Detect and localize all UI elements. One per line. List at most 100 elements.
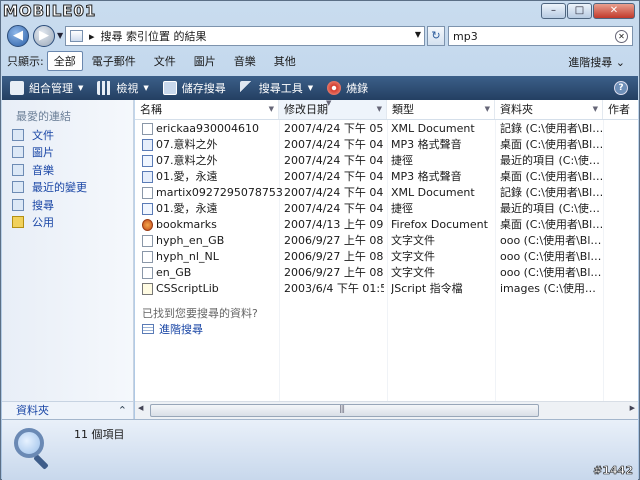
file-folder: ooo (C:\使用者\Black) bbox=[500, 250, 604, 263]
file-row[interactable]: bookmarks 2007/4/13 上午 09:56 Firefox Docum… bbox=[135, 217, 638, 233]
address-dropdown-icon[interactable]: ▼ bbox=[415, 30, 421, 39]
chevron-up-icon: ⌃ bbox=[117, 404, 127, 417]
file-type: MP3 格式聲音 bbox=[391, 170, 462, 183]
file-date: 2007/4/24 下午 04:44 bbox=[284, 202, 384, 215]
link-public[interactable]: 公用 bbox=[12, 214, 87, 232]
ff-file-icon bbox=[142, 219, 153, 231]
scroll-left-icon[interactable]: ◀ bbox=[138, 404, 143, 412]
mp3-file-icon bbox=[142, 171, 153, 183]
link-label: 音樂 bbox=[32, 163, 54, 177]
refresh-button[interactable]: ↻ bbox=[427, 26, 445, 46]
minimize-button[interactable]: – bbox=[541, 3, 566, 19]
recent-pages-dropdown[interactable]: ▼ bbox=[57, 31, 63, 40]
link-documents[interactable]: 文件 bbox=[12, 126, 87, 144]
column-folder[interactable]: 資料夾 ▼ bbox=[495, 100, 603, 119]
views-label: 檢視 bbox=[116, 82, 139, 95]
help-icon[interactable]: ? bbox=[614, 81, 628, 95]
pictures-icon bbox=[12, 146, 24, 159]
file-type: 文字文件 bbox=[391, 234, 435, 247]
file-name-cell: 01.愛，永遠 bbox=[142, 169, 282, 185]
dropdown-arrow-icon: ▼ bbox=[268, 105, 274, 113]
column-type[interactable]: 類型 ▼ bbox=[387, 100, 495, 119]
file-name-cell: bookmarks bbox=[142, 217, 282, 233]
link-recently-changed[interactable]: 最近的變更 bbox=[12, 179, 87, 197]
views-icon bbox=[97, 81, 112, 95]
column-name[interactable]: 名稱 ▼ bbox=[135, 100, 279, 119]
file-folder: 記錄 (C:\使用者\Black... bbox=[500, 186, 604, 199]
music-icon bbox=[12, 163, 24, 176]
scrollbar-thumb[interactable] bbox=[150, 404, 539, 417]
file-name: hyph_nl_NL bbox=[156, 250, 219, 263]
file-row[interactable]: 01.愛，永遠 2007/4/24 下午 04:44 捷徑 最近的項目 (C:\使用.… bbox=[135, 201, 638, 217]
file-row[interactable]: CSScriptLib 2003/6/4 下午 01:54 JScript 指令檔 i… bbox=[135, 281, 638, 297]
search-input[interactable]: mp3 bbox=[453, 30, 478, 43]
filter-email[interactable]: 電子郵件 bbox=[83, 51, 145, 71]
search-folder-icon bbox=[70, 30, 83, 42]
dropdown-arrow-icon: ▼ bbox=[143, 84, 149, 92]
close-button[interactable]: ✕ bbox=[593, 3, 635, 19]
search-tools-button[interactable]: 搜尋工具 ▼ bbox=[239, 80, 313, 96]
file-type: MP3 格式聲音 bbox=[391, 138, 462, 151]
file-name-cell: hyph_nl_NL bbox=[142, 249, 282, 265]
searches-icon bbox=[12, 198, 24, 211]
file-rows: erickaa930004610 2007/4/24 下午 05:01 XML Do… bbox=[135, 121, 638, 297]
link-searches[interactable]: 搜尋 bbox=[12, 196, 87, 214]
filter-pictures[interactable]: 圖片 bbox=[185, 51, 225, 71]
dropdown-arrow-icon: ▼ bbox=[376, 105, 382, 113]
filter-documents[interactable]: 文件 bbox=[145, 51, 185, 71]
doc-file-icon bbox=[142, 235, 153, 247]
search-box[interactable]: mp3 ✕ bbox=[448, 26, 633, 46]
file-row[interactable]: martix092729507875382007/4/24 下午 04:44 XM… bbox=[135, 185, 638, 201]
forward-button[interactable]: ▶ bbox=[33, 25, 55, 47]
file-row[interactable]: 01.愛，永遠 2007/4/24 下午 04:45 MP3 格式聲音 桌面 (C:\… bbox=[135, 169, 638, 185]
maximize-button[interactable]: □ bbox=[567, 3, 592, 19]
file-date: 2007/4/24 下午 04:46 bbox=[284, 154, 384, 167]
file-name-cell: martix09272950787538 bbox=[142, 185, 282, 201]
search-tools-icon bbox=[239, 81, 254, 95]
recent-changes-icon bbox=[12, 181, 24, 194]
scroll-right-icon[interactable]: ▶ bbox=[630, 404, 635, 412]
file-name: 01.愛，永遠 bbox=[156, 170, 218, 183]
views-button[interactable]: 檢視 ▼ bbox=[97, 80, 149, 96]
file-name-cell: en_GB bbox=[142, 265, 282, 281]
save-search-icon bbox=[162, 81, 177, 95]
breadcrumb-item[interactable]: 搜尋 索引位置 的結果 bbox=[101, 28, 207, 44]
file-row[interactable]: erickaa930004610 2007/4/24 下午 05:01 XML Do… bbox=[135, 121, 638, 137]
back-button[interactable]: ◀ bbox=[7, 25, 29, 47]
filter-all[interactable]: 全部 bbox=[46, 51, 83, 71]
file-type: 文字文件 bbox=[391, 250, 435, 263]
link-music[interactable]: 音樂 bbox=[12, 161, 87, 179]
file-type: XML Document bbox=[391, 186, 475, 199]
file-name: 07.意料之外 bbox=[156, 138, 218, 151]
link-pictures[interactable]: 圖片 bbox=[12, 144, 87, 162]
organize-icon bbox=[10, 81, 24, 95]
item-count: 11 個項目 bbox=[74, 428, 125, 441]
column-date-modified[interactable]: ▼ 修改日期 ▼ bbox=[279, 99, 387, 119]
file-name-cell: 01.愛，永遠 bbox=[142, 201, 282, 217]
column-author[interactable]: 作者 bbox=[603, 100, 640, 119]
magnifier-icon bbox=[10, 424, 54, 470]
filter-music[interactable]: 音樂 bbox=[225, 51, 265, 71]
file-date: 2006/9/27 上午 08:48 bbox=[284, 250, 384, 263]
file-folder: 最近的項目 (C:\使用... bbox=[500, 202, 604, 215]
filter-other[interactable]: 其他 bbox=[265, 51, 305, 71]
link-label: 搜尋 bbox=[32, 198, 54, 212]
file-row[interactable]: 07.意料之外 2007/4/24 下午 04:48 MP3 格式聲音 桌面 (C:\… bbox=[135, 137, 638, 153]
save-search-button[interactable]: 儲存搜尋 bbox=[162, 80, 226, 96]
advanced-search-link[interactable]: 進階搜尋 bbox=[142, 321, 203, 337]
clear-search-icon[interactable]: ✕ bbox=[615, 30, 628, 43]
file-row[interactable]: en_GB 2006/9/27 上午 08:48 文字文件 ooo (C:\使用者\B… bbox=[135, 265, 638, 281]
advanced-search-toggle[interactable]: 進階搜尋 ⌄ bbox=[568, 54, 625, 70]
organize-button[interactable]: 組合管理 ▼ bbox=[10, 80, 83, 96]
horizontal-scrollbar[interactable]: ◀ ▶ bbox=[135, 401, 638, 419]
burn-button[interactable]: 燒錄 bbox=[327, 80, 368, 96]
file-date: 2006/9/27 上午 08:48 bbox=[284, 266, 384, 279]
file-row[interactable]: hyph_nl_NL 2006/9/27 上午 08:48 文字文件 ooo (C:\… bbox=[135, 249, 638, 265]
file-folder: ooo (C:\使用者\Black) bbox=[500, 266, 604, 279]
address-bar[interactable]: ▸ 搜尋 索引位置 的結果 ▼ bbox=[65, 26, 425, 46]
file-row[interactable]: hyph_en_GB 2006/9/27 上午 08:48 文字文件 ooo (C:\… bbox=[135, 233, 638, 249]
file-row[interactable]: 07.意料之外 2007/4/24 下午 04:46 捷徑 最近的項目 (C:\使用.… bbox=[135, 153, 638, 169]
file-date: 2007/4/24 下午 04:48 bbox=[284, 138, 384, 151]
folders-toggle[interactable]: 資料夾 ⌃ bbox=[2, 401, 133, 419]
file-type: 捷徑 bbox=[391, 154, 413, 167]
